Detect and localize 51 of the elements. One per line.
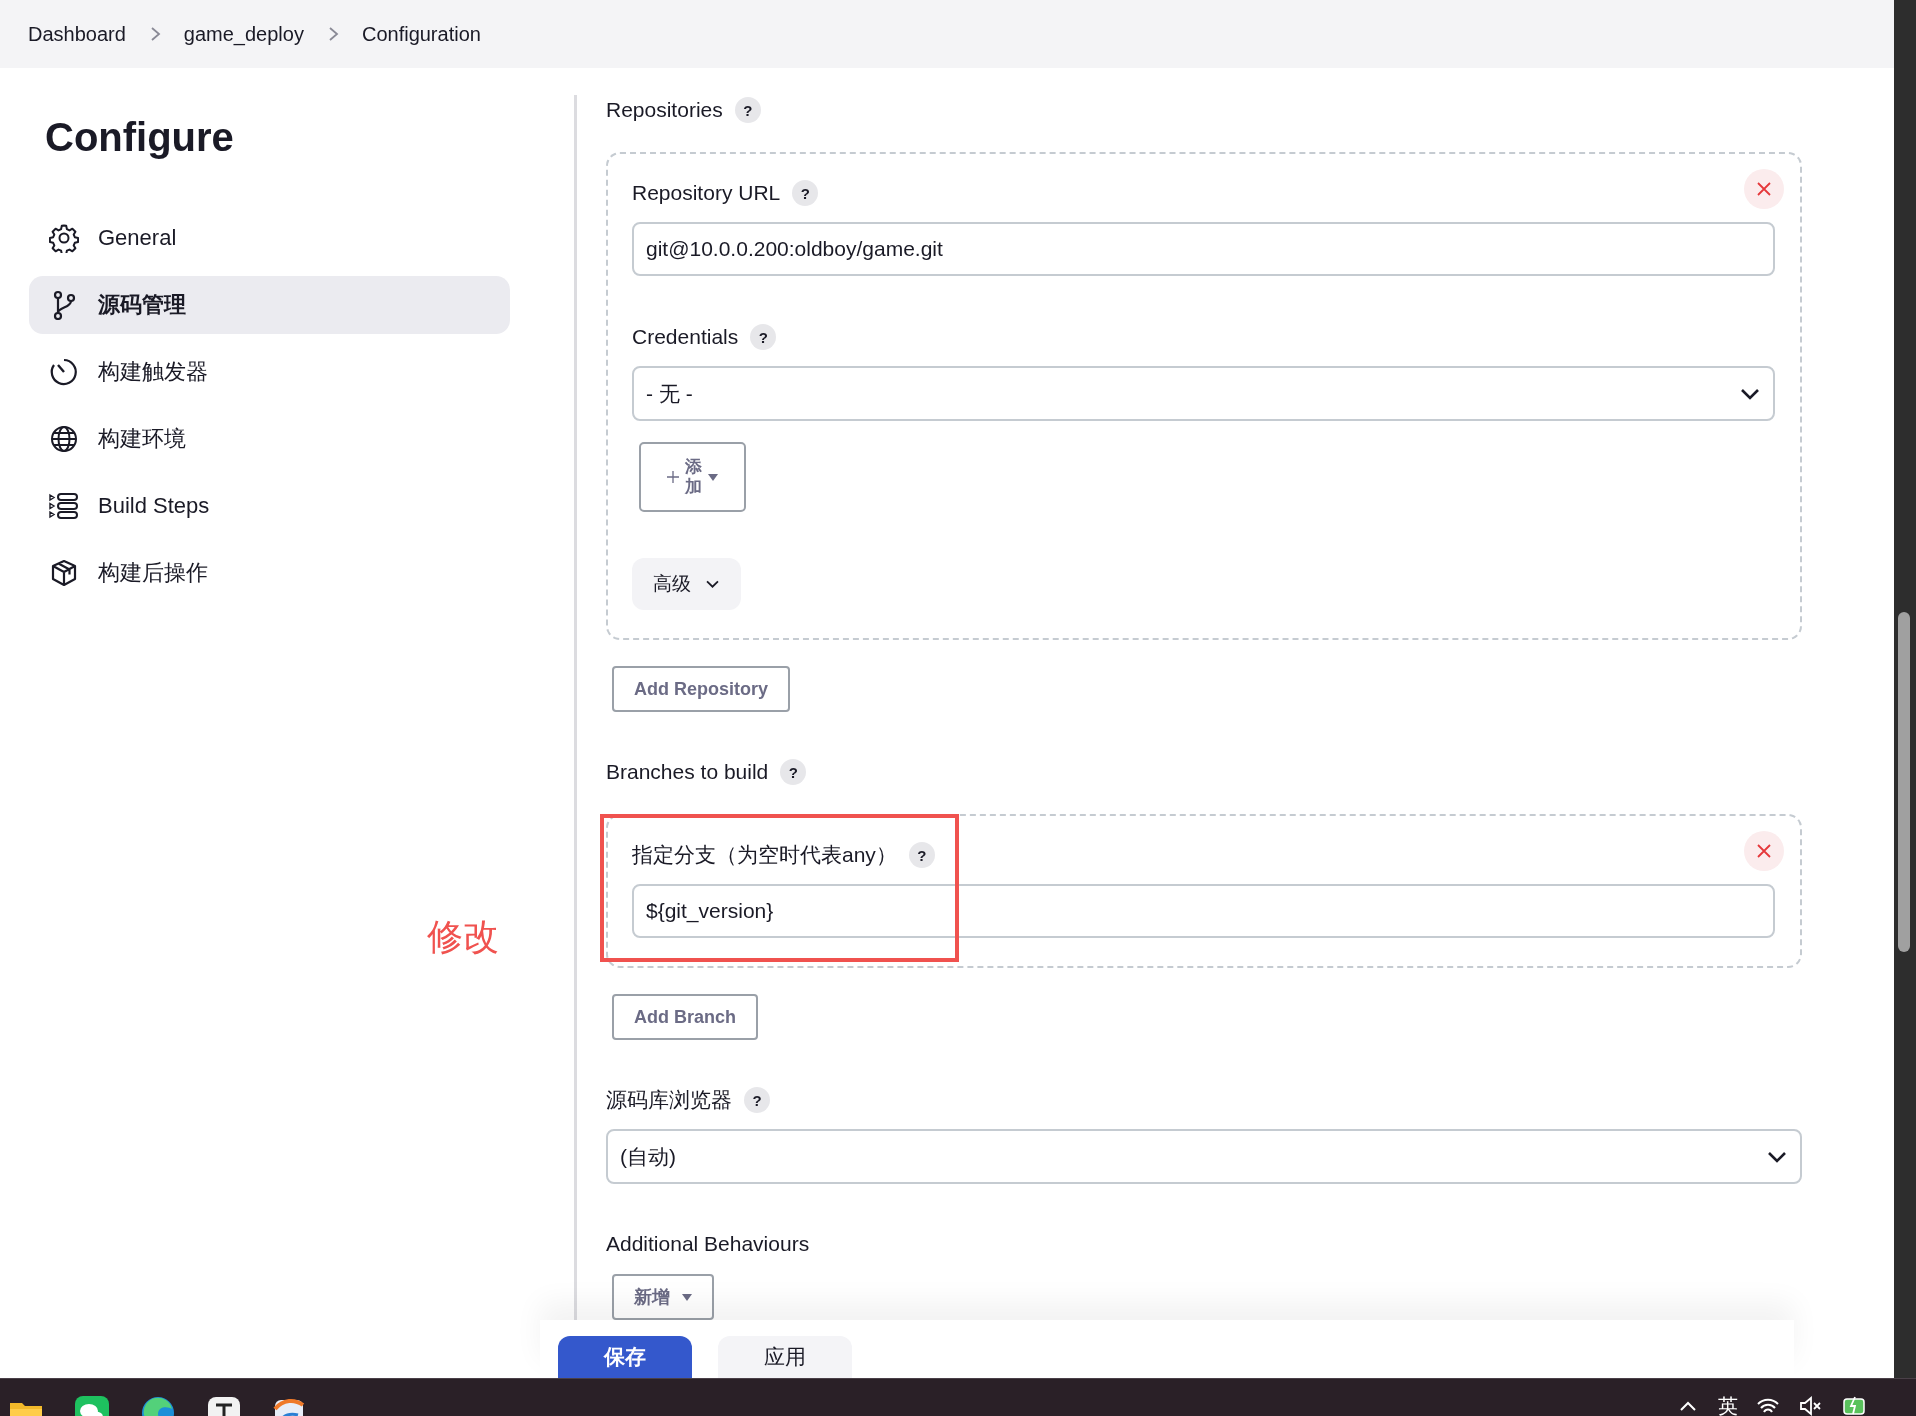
breadcrumb-link[interactable]: game_deploy — [183, 22, 304, 46]
sidebar-item[interactable]: 构建环境 — [29, 410, 510, 468]
dropdown[interactable]: - 无 - — [632, 366, 1775, 421]
field-label: Repository URL — [632, 181, 781, 205]
remove-button[interactable] — [1744, 169, 1784, 209]
help-button[interactable]: ? — [792, 180, 819, 206]
sidebar-item[interactable]: 构建触发器 — [29, 343, 510, 401]
globe-icon — [49, 424, 79, 454]
add-button[interactable]: 添加 — [639, 442, 746, 512]
help-button[interactable]: ? — [908, 842, 935, 868]
input-field[interactable]: git@10.0.0.200:oldboy/game.git — [632, 222, 1775, 276]
field-label: Repositories — [606, 98, 723, 122]
chevron-down-icon — [1766, 1149, 1788, 1164]
help-button[interactable]: ? — [734, 97, 761, 123]
breadcrumb-link[interactable]: Configuration — [361, 22, 481, 46]
field-label: Branches to build — [606, 760, 769, 784]
advanced-button[interactable]: 高级 — [632, 558, 741, 610]
field-label: Credentials — [632, 325, 739, 349]
box-icon — [49, 558, 79, 588]
annotation-text: 修改 — [427, 915, 499, 959]
timer-icon — [49, 357, 79, 387]
chevron-down-icon — [705, 579, 720, 589]
add-branch-button[interactable]: Add Branch — [612, 994, 758, 1040]
caret-icon — [682, 1293, 692, 1301]
plus-icon — [666, 471, 679, 483]
sidebar-item[interactable]: General — [29, 209, 510, 267]
help-button[interactable]: ? — [744, 1087, 770, 1113]
help-button[interactable]: ? — [750, 324, 777, 350]
sidebar-item[interactable]: 构建后操作 — [29, 544, 510, 602]
add-button[interactable]: 新增 — [612, 1274, 714, 1320]
sidebar-item[interactable]: 源码管理 — [29, 276, 510, 334]
settings-icon — [49, 223, 79, 253]
field-label: Additional Behaviours — [606, 1232, 810, 1256]
list-icon — [49, 491, 79, 521]
page-heading: Configure — [45, 114, 235, 161]
sidebar-item[interactable]: Build Steps — [29, 477, 510, 535]
field-label: 指定分支（为空时代表any） — [632, 842, 897, 868]
input-field[interactable]: ${git_version} — [632, 884, 1775, 938]
breadcrumb-link[interactable]: Dashboard — [28, 22, 126, 46]
save-button[interactable]: 保存 — [558, 1336, 692, 1378]
field-label: 源码库浏览器 — [606, 1087, 732, 1113]
help-button[interactable]: ? — [780, 759, 807, 785]
scrollbar-thumb[interactable] — [1898, 612, 1910, 952]
apply-button[interactable]: 应用 — [718, 1336, 852, 1378]
mute-icon[interactable] — [1798, 1394, 1822, 1416]
caret-icon — [708, 473, 719, 481]
remove-button[interactable] — [1744, 831, 1784, 871]
add-repository-button[interactable]: Add Repository — [612, 666, 790, 712]
input-method-indicator[interactable]: 英 — [1718, 1394, 1738, 1416]
dropdown[interactable]: (自动) — [606, 1129, 1802, 1184]
chevron-down-icon — [1739, 386, 1761, 401]
